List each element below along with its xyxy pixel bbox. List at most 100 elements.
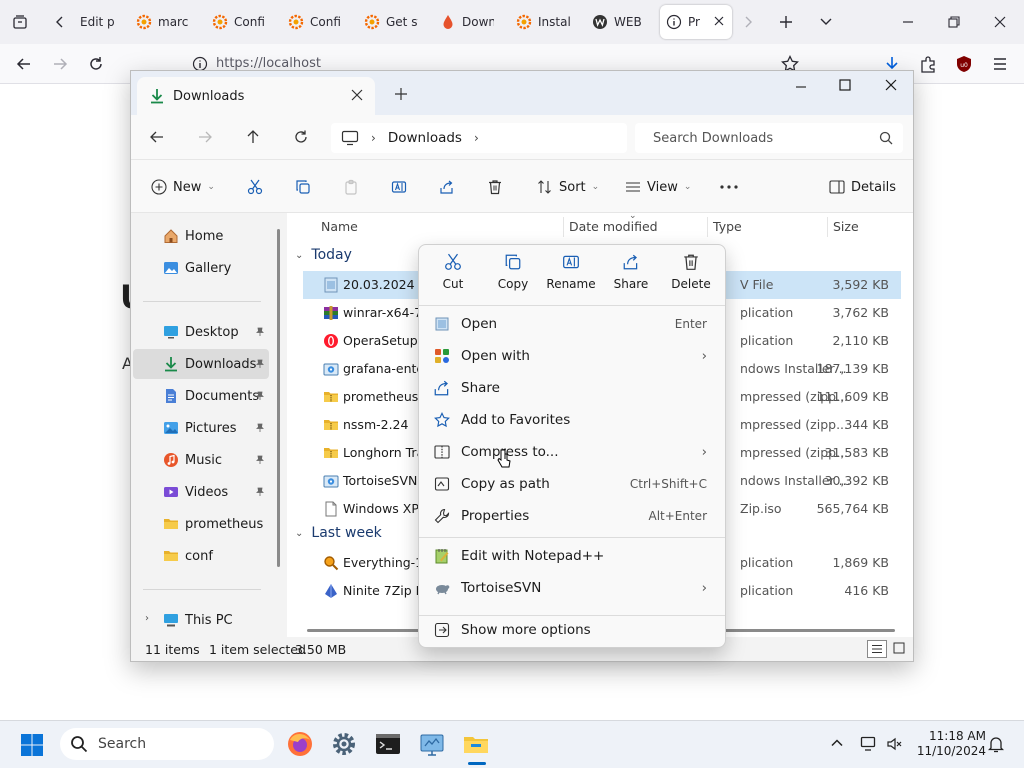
explorer-refresh-icon[interactable] — [293, 129, 309, 145]
nav-item-music[interactable]: Music — [133, 445, 269, 475]
group-header-today[interactable]: ⌄ Today — [295, 247, 352, 263]
menu-item-open-with[interactable]: Open with › — [423, 341, 721, 371]
explorer-search-input[interactable]: Search Downloads — [635, 123, 903, 153]
group-header-last-week[interactable]: ⌄ Last week — [295, 525, 382, 541]
extensions-icon[interactable] — [916, 52, 940, 76]
column-divider[interactable] — [563, 217, 564, 237]
nav-item-home[interactable]: Home — [133, 221, 269, 251]
quick-action-rename[interactable]: Rename — [541, 253, 601, 301]
breadcrumb-chevron-icon[interactable]: › — [474, 131, 479, 145]
tabs-scroll-right-icon[interactable] — [736, 10, 760, 34]
menu-item-show-more-options[interactable]: Show more options — [423, 615, 721, 645]
share-button[interactable] — [439, 160, 455, 214]
column-header-name[interactable]: Name — [321, 219, 358, 234]
breadcrumb-chevron-icon[interactable]: › — [371, 131, 376, 145]
column-header-date[interactable]: Date modified — [569, 219, 658, 234]
quick-action-delete[interactable]: Delete — [661, 253, 721, 301]
column-divider[interactable] — [707, 217, 708, 237]
explorer-close-icon[interactable] — [885, 79, 897, 91]
details-view-icon[interactable] — [867, 640, 887, 658]
copy-button[interactable] — [295, 160, 311, 214]
tab-overview-icon[interactable] — [8, 10, 32, 34]
menu-item-compress-to[interactable]: Compress to... › — [423, 437, 721, 467]
menu-item-edit-with-notepad[interactable]: Edit with Notepad++ — [423, 541, 721, 571]
nav-item-documents[interactable]: Documents — [133, 381, 269, 411]
show-hidden-icons-chevron-icon[interactable] — [830, 736, 844, 750]
see-more-button[interactable] — [719, 160, 739, 214]
browser-tab[interactable]: Edit p — [74, 5, 122, 39]
start-windows-icon[interactable] — [20, 733, 44, 757]
breadcrumb-downloads[interactable]: Downloads — [388, 130, 462, 146]
clock[interactable]: 11:18 AM 11/10/2024 — [900, 729, 986, 759]
nav-item-videos[interactable]: Videos — [133, 477, 269, 507]
nav-item-gallery[interactable]: Gallery — [133, 253, 269, 283]
taskbar-search[interactable]: Search — [60, 728, 274, 760]
new-button[interactable]: New ⌄ — [151, 160, 215, 214]
nav-item-this-pc[interactable]: › This PC — [133, 605, 269, 635]
menu-item-add-to-favorites[interactable]: Add to Favorites — [423, 405, 721, 435]
tiles-view-icon[interactable] — [893, 642, 905, 654]
quick-action-cut[interactable]: Cut — [423, 253, 483, 301]
explorer-up-icon[interactable] — [245, 129, 261, 145]
details-pane-button[interactable]: Details — [829, 160, 896, 214]
menu-item-open[interactable]: Open Enter — [423, 309, 721, 339]
nav-item-pictures[interactable]: Pictures — [133, 413, 269, 443]
nav-item-prometheus[interactable]: prometheus — [133, 509, 269, 539]
menu-item-share[interactable]: Share — [423, 373, 721, 403]
browser-tab[interactable]: Down — [434, 5, 494, 39]
back-arrow-icon[interactable] — [12, 52, 36, 76]
explorer-forward-icon[interactable] — [197, 129, 213, 145]
nav-item-downloads[interactable]: Downloads — [133, 349, 269, 379]
network-monitor-icon[interactable] — [860, 736, 878, 752]
tabs-scroll-left-icon[interactable] — [48, 10, 72, 34]
expand-chevron-icon[interactable]: › — [145, 613, 149, 624]
ublock-origin-icon[interactable]: u0 — [952, 52, 976, 76]
browser-close-icon[interactable] — [988, 10, 1012, 34]
terminal-taskbar-icon[interactable] — [374, 730, 402, 758]
firefox-taskbar-icon[interactable] — [286, 730, 314, 758]
column-header-type[interactable]: Type — [713, 219, 742, 234]
nav-item-desktop[interactable]: Desktop — [133, 317, 269, 347]
nav-scrollbar[interactable] — [277, 229, 280, 567]
browser-tab[interactable]: Confi — [282, 5, 342, 39]
breadcrumb[interactable]: › Downloads › — [331, 123, 627, 153]
new-tab-icon[interactable] — [774, 10, 798, 34]
sort-button[interactable]: Sort ⌄ — [537, 160, 599, 214]
browser-tab[interactable]: WEB — [586, 5, 646, 39]
menu-item-properties[interactable]: Properties Alt+Enter — [423, 501, 721, 531]
rename-button[interactable] — [391, 160, 407, 214]
explorer-tab-downloads[interactable]: Downloads — [137, 77, 375, 115]
browser-restore-icon[interactable] — [942, 10, 966, 34]
app-menu-icon[interactable] — [988, 52, 1012, 76]
view-button[interactable]: View ⌄ — [625, 160, 691, 214]
reload-icon[interactable] — [84, 52, 108, 76]
forward-arrow-icon[interactable] — [48, 52, 72, 76]
file-explorer-taskbar-icon[interactable] — [462, 730, 490, 758]
close-tab-icon[interactable] — [714, 16, 724, 26]
column-divider[interactable] — [827, 217, 828, 237]
quick-action-share[interactable]: Share — [601, 253, 661, 301]
browser-tab[interactable]: Confi — [206, 5, 266, 39]
browser-minimize-icon[interactable] — [896, 10, 920, 34]
menu-item-copy-as-path[interactable]: Copy as path Ctrl+Shift+C — [423, 469, 721, 499]
browser-tab[interactable]: Pr — [660, 5, 732, 39]
notifications-bell-icon[interactable] — [988, 735, 1004, 753]
column-header-size[interactable]: Size — [833, 219, 859, 234]
close-tab-icon[interactable] — [351, 89, 363, 101]
paste-button[interactable] — [343, 160, 359, 214]
nav-item-conf[interactable]: conf — [133, 541, 269, 571]
control-panel-taskbar-icon[interactable] — [418, 730, 446, 758]
browser-tab[interactable]: Get st — [358, 5, 418, 39]
settings-gear-taskbar-icon[interactable] — [330, 730, 358, 758]
list-all-tabs-icon[interactable] — [814, 10, 838, 34]
new-explorer-tab-icon[interactable] — [395, 88, 407, 100]
explorer-maximize-icon[interactable] — [839, 79, 851, 91]
browser-tab[interactable]: marc — [130, 5, 190, 39]
menu-item-tortoisesvn[interactable]: TortoiseSVN › — [423, 573, 721, 603]
explorer-minimize-icon[interactable] — [795, 81, 807, 93]
quick-action-copy[interactable]: Copy — [483, 253, 543, 301]
explorer-back-icon[interactable] — [149, 129, 165, 145]
cut-button[interactable] — [247, 160, 263, 214]
delete-button[interactable] — [487, 160, 503, 214]
browser-tab[interactable]: Instal — [510, 5, 570, 39]
